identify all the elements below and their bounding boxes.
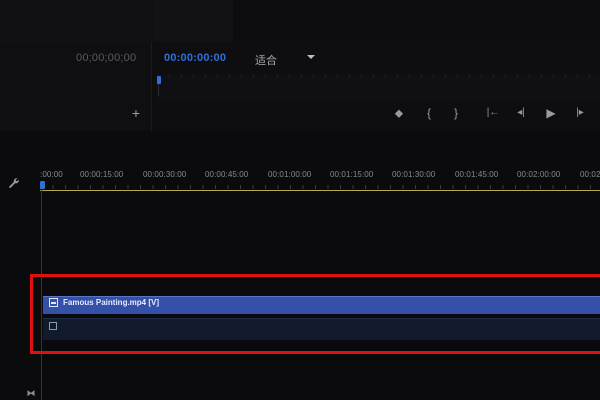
ruler-label: 00:00:15:00 <box>80 170 124 179</box>
source-timecode[interactable]: 00;00;00;00 <box>76 52 136 64</box>
ruler-label: 00:01:00:00 <box>268 170 312 179</box>
step-forward-icon[interactable]: |▸ <box>573 106 587 120</box>
ruler-label: 00:02:15:00 <box>580 170 600 179</box>
step-back-icon[interactable]: ◂| <box>514 106 528 120</box>
fx-badge-icon[interactable] <box>49 322 57 330</box>
ruler-label: 00:01:30:00 <box>392 170 436 179</box>
zoom-level-select[interactable]: 适合 <box>255 52 277 68</box>
source-monitor-video <box>0 0 152 42</box>
zoom-handle-icon[interactable]: ⧓ <box>26 388 36 398</box>
video-clip-edge <box>43 296 600 297</box>
track-headers <box>0 167 40 400</box>
mark-in-icon[interactable]: { <box>424 106 434 120</box>
panel-separator <box>0 131 600 167</box>
ruler-label: 00:01:45:00 <box>455 170 499 179</box>
play-icon[interactable]: ▶ <box>544 106 558 120</box>
ruler-label: :00:00 <box>40 170 63 179</box>
ruler-label: 00:02:00:00 <box>517 170 561 179</box>
ruler-label: 00:01:15:00 <box>330 170 374 179</box>
ruler-ticks <box>40 185 600 189</box>
ruler-label: 00:00:30:00 <box>143 170 187 179</box>
mark-out-icon[interactable]: } <box>451 106 461 120</box>
timeline-playhead-line <box>41 189 42 400</box>
go-to-in-icon[interactable]: |← <box>485 106 501 120</box>
audio-clip-edge <box>43 318 600 319</box>
audio-clip[interactable] <box>43 318 600 340</box>
fx-badge-icon[interactable] <box>49 298 58 307</box>
timeline-playhead[interactable] <box>40 181 45 189</box>
program-mini-ruler[interactable] <box>157 74 600 102</box>
program-monitor-video-left <box>153 0 233 42</box>
add-marker-icon[interactable]: ⬥ <box>393 106 405 120</box>
program-timecode[interactable]: 00:00:00:00 <box>164 52 226 64</box>
ruler-label: 00:00:45:00 <box>205 170 249 179</box>
chevron-down-icon[interactable] <box>307 55 315 59</box>
wrench-icon[interactable] <box>8 177 20 189</box>
program-playhead-line <box>158 84 159 96</box>
program-playhead[interactable] <box>157 76 161 84</box>
add-button-icon[interactable]: + <box>130 106 142 120</box>
video-clip-label: Famous Painting.mp4 [V] <box>63 298 160 307</box>
